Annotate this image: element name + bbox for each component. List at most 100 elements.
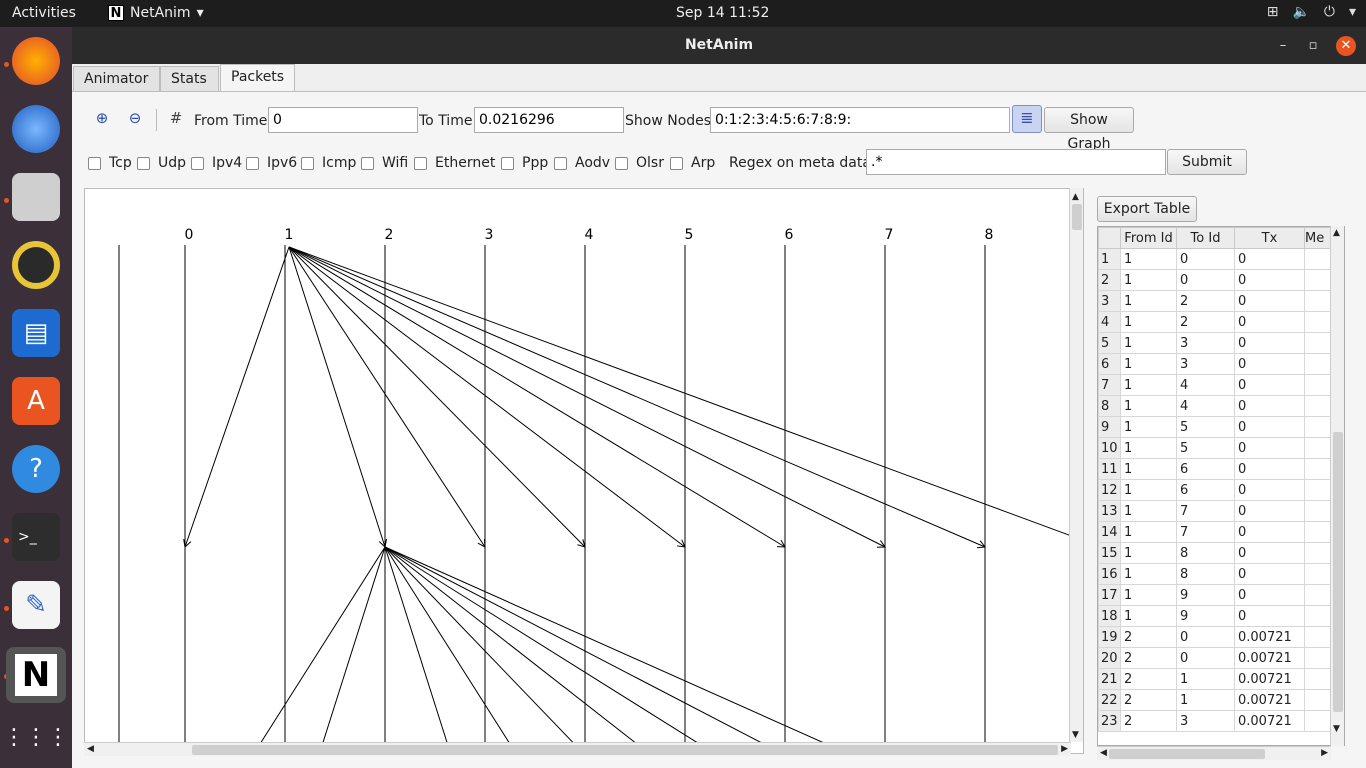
table-row[interactable]: 18 1 9 0 [1098, 605, 1344, 627]
table-row[interactable]: 12 1 6 0 [1098, 479, 1344, 501]
packet-graph[interactable]: 0 1 2 3 4 5 6 7 8 [84, 188, 1084, 754]
table-row[interactable]: 13 1 7 0 [1098, 500, 1344, 522]
packets-panel: ⊕ ⊖ # From Time To Time Show Nodes ≣ Sho… [72, 91, 1366, 768]
row-number: 23 [1098, 710, 1121, 732]
zoom-out-icon[interactable]: ⊖ [124, 109, 146, 131]
regex-input[interactable] [866, 149, 1166, 175]
table-row[interactable]: 7140 [1098, 374, 1344, 396]
show-applications-icon[interactable]: ⋮⋮⋮ [3, 713, 69, 761]
zoom-in-icon[interactable]: ⊕ [91, 109, 113, 131]
submit-button[interactable]: Submit [1167, 149, 1247, 175]
table-row[interactable]: 21 2 1 0.00721 [1098, 668, 1344, 690]
column-header-from-id[interactable]: From Id [1120, 227, 1177, 249]
filter-olsr[interactable]: Olsr [615, 155, 664, 171]
packet-table[interactable]: From Id To Id Tx Me 11002100312041205130… [1097, 226, 1345, 746]
tx-cell: 0.00721 [1234, 647, 1305, 669]
scroll-right-icon[interactable]: ▶ [1061, 744, 1068, 754]
filter-ipv4[interactable]: Ipv4 [191, 155, 242, 171]
graph-vscroll-thumb[interactable] [1072, 204, 1082, 230]
activities-button[interactable]: Activities [12, 5, 76, 21]
table-row[interactable]: 22 2 1 0.00721 [1098, 689, 1344, 711]
title-bar[interactable]: NetAnim – ▫ ✕ [72, 27, 1366, 64]
table-hscroll-thumb[interactable] [1109, 749, 1265, 759]
table-row[interactable]: 4120 [1098, 311, 1344, 333]
rhythmbox-icon[interactable] [12, 241, 60, 289]
scroll-right-icon[interactable]: ▶ [1321, 748, 1328, 758]
netanim-dock-icon[interactable]: N [6, 647, 66, 703]
libreoffice-writer-icon[interactable]: ▤ [12, 309, 60, 357]
filter-icmp[interactable]: Icmp [301, 155, 356, 171]
grid-icon[interactable]: # [165, 109, 187, 131]
filter-tcp[interactable]: Tcp [88, 155, 132, 171]
tx-cell: 0 [1234, 353, 1305, 375]
software-center-icon[interactable]: A [12, 377, 60, 425]
clock[interactable]: Sep 14 11:52 [676, 5, 769, 21]
filter-ppp[interactable]: Ppp [501, 155, 548, 171]
table-row[interactable]: 19 2 0 0.00721 [1098, 626, 1344, 648]
from-id-cell: 1 [1120, 605, 1177, 627]
scroll-left-icon[interactable]: ◀ [87, 744, 94, 754]
show-nodes-input[interactable] [710, 107, 1010, 133]
terminal-icon[interactable]: >_ [12, 513, 60, 561]
graph-horizontal-scrollbar[interactable]: ◀ ▶ [84, 742, 1071, 756]
table-row[interactable]: 14 1 7 0 [1098, 521, 1344, 543]
graph-hscroll-thumb[interactable] [192, 745, 1058, 755]
to-id-cell: 4 [1176, 374, 1235, 396]
table-row[interactable]: 20 2 0 0.00721 [1098, 647, 1344, 669]
scroll-down-icon[interactable]: ▼ [1072, 730, 1079, 740]
table-row[interactable]: 1100 [1098, 248, 1344, 270]
scroll-up-icon[interactable]: ▲ [1333, 228, 1340, 238]
tx-cell: 0.00721 [1234, 710, 1305, 732]
table-row[interactable]: 23 2 3 0.00721 [1098, 710, 1344, 732]
scroll-left-icon[interactable]: ◀ [1100, 748, 1107, 758]
node-list-icon[interactable]: ≣ [1012, 105, 1042, 133]
scroll-up-icon[interactable]: ▲ [1072, 192, 1079, 202]
filter-udp[interactable]: Udp [137, 155, 186, 171]
filter-ethernet[interactable]: Ethernet [414, 155, 495, 171]
graph-vertical-scrollbar[interactable]: ▲ ▼ [1069, 188, 1083, 742]
table-row[interactable]: 5130 [1098, 332, 1344, 354]
minimize-icon[interactable]: – [1273, 36, 1293, 56]
thunderbird-icon[interactable] [12, 105, 60, 153]
table-horizontal-scrollbar[interactable]: ◀ ▶ [1097, 746, 1331, 760]
from-time-label: From Time [194, 113, 268, 129]
text-editor-icon[interactable]: ✎ [12, 581, 60, 629]
scroll-down-icon[interactable]: ▼ [1333, 724, 1340, 734]
row-number: 16 [1098, 563, 1121, 585]
system-tray[interactable]: ⊞ 🔈 ⏻ ▾ [1267, 4, 1356, 20]
table-row[interactable]: 3120 [1098, 290, 1344, 312]
table-row[interactable]: 15 1 8 0 [1098, 542, 1344, 564]
table-row[interactable]: 16 1 8 0 [1098, 563, 1344, 585]
tab-stats[interactable]: Stats [160, 66, 219, 92]
table-row[interactable]: 11 1 6 0 [1098, 458, 1344, 480]
table-row[interactable]: 17 1 9 0 [1098, 584, 1344, 606]
help-icon[interactable]: ? [12, 445, 60, 493]
filter-ipv6[interactable]: Ipv6 [246, 155, 297, 171]
table-row[interactable]: 10 1 5 0 [1098, 437, 1344, 459]
show-graph-button[interactable]: Show Graph [1044, 107, 1134, 152]
table-row[interactable]: 6130 [1098, 353, 1344, 375]
to-time-input[interactable] [474, 107, 624, 133]
table-vertical-scrollbar[interactable]: ▲ ▼ [1330, 226, 1344, 746]
table-vscroll-thumb[interactable] [1333, 432, 1343, 712]
from-time-input[interactable] [268, 107, 418, 133]
power-icon: ⏻ [1323, 4, 1335, 20]
tab-packets[interactable]: Packets [220, 64, 295, 92]
export-table-button[interactable]: Export Table [1097, 196, 1197, 222]
filter-aodv[interactable]: Aodv [554, 155, 610, 171]
close-icon[interactable]: ✕ [1336, 36, 1356, 56]
tab-animator[interactable]: Animator [73, 66, 160, 92]
firefox-icon[interactable] [12, 37, 60, 85]
app-menu[interactable]: N NetAnim ▾ [108, 5, 204, 21]
table-row[interactable]: 8140 [1098, 395, 1344, 417]
from-id-cell: 1 [1120, 416, 1177, 438]
table-row[interactable]: 2100 [1098, 269, 1344, 291]
files-icon[interactable] [12, 173, 60, 221]
tx-cell: 0 [1234, 605, 1305, 627]
filter-wifi[interactable]: Wifi [361, 155, 408, 171]
filter-arp[interactable]: Arp [670, 155, 715, 171]
column-header-to-id[interactable]: To Id [1176, 227, 1235, 249]
maximize-icon[interactable]: ▫ [1303, 36, 1323, 56]
column-header-tx[interactable]: Tx [1234, 227, 1305, 249]
table-row[interactable]: 9150 [1098, 416, 1344, 438]
